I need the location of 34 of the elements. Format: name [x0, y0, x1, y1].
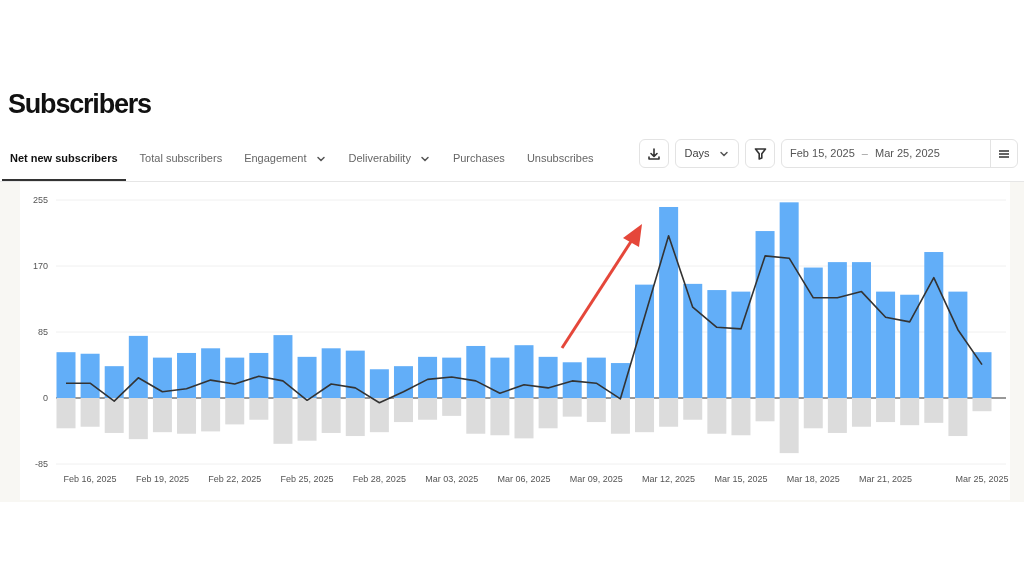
filter-button[interactable]: [745, 139, 775, 168]
y-axis-label: 0: [43, 393, 48, 403]
x-axis-label: Feb 19, 2025: [135, 474, 189, 484]
tab[interactable]: Unsubscribes: [518, 138, 602, 181]
y-axis-label: 255: [32, 195, 48, 205]
y-axis-label: 85: [38, 327, 48, 337]
menu-icon: [998, 148, 1010, 159]
tab[interactable]: Engagement: [236, 138, 335, 181]
x-axis-label: Mar 18, 2025: [786, 474, 840, 484]
end-date: Mar 25, 2025: [874, 146, 940, 162]
tab[interactable]: Deliverability: [340, 138, 439, 181]
start-date: Feb 15, 2025: [789, 146, 855, 162]
x-axis-label: Feb 28, 2025: [352, 474, 406, 484]
interval-dropdown[interactable]: Days: [675, 139, 739, 168]
y-axis-label: -85: [35, 459, 48, 469]
page-title: Subscribers: [7, 88, 152, 121]
filter-icon: [753, 147, 767, 160]
tab[interactable]: Purchases: [444, 138, 513, 181]
date-separator: –: [860, 146, 869, 162]
y-axis-label: 170: [32, 261, 48, 271]
x-axis-label: Feb 16, 2025: [63, 474, 117, 484]
tab[interactable]: Total subscribers: [131, 138, 231, 181]
date-range-field[interactable]: Feb 15, 2025 – Mar 25, 2025: [781, 139, 1018, 168]
x-axis-label: Mar 21, 2025: [859, 474, 913, 484]
x-axis-label: Mar 25, 2025: [955, 474, 1009, 484]
download-button[interactable]: [639, 139, 669, 168]
x-axis-label: Mar 06, 2025: [497, 474, 551, 484]
x-axis-label: Mar 15, 2025: [714, 474, 768, 484]
x-axis-label: Feb 25, 2025: [280, 474, 334, 484]
x-axis-label: Mar 09, 2025: [569, 474, 623, 484]
download-icon: [647, 146, 661, 161]
x-axis-label: Mar 12, 2025: [642, 474, 696, 484]
x-axis-label: Feb 22, 2025: [208, 474, 262, 484]
x-axis-label: Mar 03, 2025: [425, 474, 479, 484]
